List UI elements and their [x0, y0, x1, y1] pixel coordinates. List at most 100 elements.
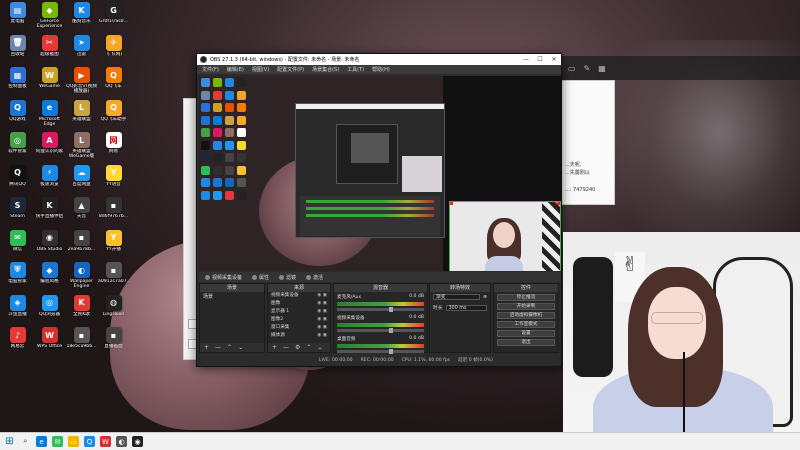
source-properties-icon[interactable]: ⚙: [295, 344, 300, 351]
taskbar-app-app6[interactable]: ◐: [116, 436, 127, 447]
control-button[interactable]: 工作室模式: [497, 321, 555, 328]
start-button[interactable]: ⊞: [4, 436, 15, 447]
add-source-button[interactable]: +: [272, 344, 277, 351]
desktop-icon[interactable]: ▪ 8d6f9767b...: [98, 197, 129, 230]
edit-icon[interactable]: ✎: [584, 64, 591, 73]
folder-icon[interactable]: ▭: [568, 64, 576, 73]
desktop-icon[interactable]: ◎ 软件管家: [2, 132, 33, 165]
menu-edit[interactable]: 编辑(E): [227, 66, 244, 73]
control-button[interactable]: 停止推流: [497, 294, 555, 301]
taskbar-app-explorer[interactable]: ▭: [68, 436, 79, 447]
source-item[interactable]: 窗口采集 ◉ ▣: [268, 324, 330, 332]
visibility-lock-icons[interactable]: ◉ ▣: [317, 316, 327, 324]
desktop-icon[interactable]: S Steam: [2, 197, 33, 230]
obs-window[interactable]: OBS 27.1.3 (64-bit, windows) - 配置文件: 未命名…: [196, 53, 562, 367]
webcam-source[interactable]: [449, 201, 561, 271]
desktop-icon[interactable]: ☁ 百度网盘: [66, 164, 97, 198]
desktop-icon[interactable]: Q QQ飞车: [98, 67, 129, 100]
desktop-icon[interactable]: W WPS Office: [34, 327, 65, 360]
resize-handle[interactable]: [450, 202, 453, 205]
desktop-icon[interactable]: ◐ Wallpaper Engine: [66, 262, 97, 295]
menu-help[interactable]: 帮助(H): [372, 66, 390, 73]
taskbar-app-edge[interactable]: e: [36, 436, 47, 447]
visibility-lock-icons[interactable]: ◉ ▣: [317, 308, 327, 316]
desktop-icon[interactable]: W WeGame: [34, 67, 65, 100]
desktop-icon[interactable]: Y YY开播: [98, 229, 129, 263]
menu-tools[interactable]: 工具(T): [347, 66, 364, 73]
move-up-button[interactable]: ⌃: [227, 344, 232, 351]
desktop-icon[interactable]: K 快手直播伴侣: [34, 197, 65, 230]
desktop-icon[interactable]: Q QQ游戏: [2, 99, 33, 133]
desktop-icon[interactable]: ▪ a0912c7a07...: [98, 262, 129, 295]
menu-scene-collection[interactable]: 场景集合(S): [312, 66, 339, 73]
source-item[interactable]: 视频采集设备 ◉ ▣: [268, 292, 330, 300]
remove-scene-button[interactable]: —: [215, 344, 221, 351]
transition-select[interactable]: 渐变: [433, 294, 480, 300]
volume-slider[interactable]: [337, 307, 424, 312]
maximize-button[interactable]: ☐: [533, 56, 547, 63]
desktop-icon[interactable]: Q QQ飞车助手: [98, 99, 129, 133]
move-up-button[interactable]: ⌃: [306, 344, 311, 351]
move-down-button[interactable]: ⌄: [238, 344, 243, 351]
taskbar-app-wps[interactable]: W: [100, 436, 111, 447]
desktop-icon[interactable]: ▪ 直播画面: [98, 327, 129, 360]
source-item[interactable]: 显示器 1 ◉ ▣: [268, 308, 330, 316]
visibility-lock-icons[interactable]: ◉ ▣: [317, 324, 327, 332]
desktop-icon[interactable]: L 英雄联盟: [66, 99, 97, 133]
desktop-icon[interactable]: K 酷狗音乐: [66, 2, 97, 35]
desktop-icon[interactable]: L 英雄联盟 WeGame版: [66, 132, 97, 165]
taskbar-app-qq[interactable]: Q: [84, 436, 95, 447]
remove-source-button[interactable]: —: [283, 344, 289, 351]
taskbar-app-obs[interactable]: ◉: [132, 436, 143, 447]
desktop-icon[interactable]: ▲ 天音: [66, 197, 97, 230]
resize-handle[interactable]: [557, 202, 560, 205]
control-button[interactable]: 退出: [497, 339, 555, 346]
desktop-icon[interactable]: ♪ 网易云: [2, 327, 33, 360]
volume-slider[interactable]: [337, 328, 424, 333]
control-button[interactable]: 开始录制: [497, 303, 555, 310]
desktop-icon[interactable]: ◈ 斗鱼直播: [2, 294, 33, 328]
desktop-icon[interactable]: Q 腾讯QQ: [2, 164, 33, 198]
add-transition-icon[interactable]: ⊕: [483, 295, 487, 300]
desktop-icon[interactable]: ◆ 编程风格: [34, 262, 65, 295]
desktop-icon[interactable]: ▦ 控制面板: [2, 67, 33, 100]
desktop-icon[interactable]: ✉ 微信: [2, 229, 33, 263]
desktop-icon[interactable]: ➤ 迅雷: [66, 34, 97, 68]
search-icon[interactable]: ⌕: [20, 436, 31, 447]
desktop-icon[interactable]: ◆ GeForce Experience: [34, 2, 65, 35]
obs-titlebar[interactable]: OBS 27.1.3 (64-bit, windows) - 配置文件: 未命名…: [197, 54, 561, 65]
desktop-icon[interactable]: K 全民K歌: [66, 294, 97, 328]
desktop-icon[interactable]: ▤ 此电脑: [2, 2, 33, 35]
obs-preview-canvas[interactable]: [199, 76, 561, 271]
desktop-icon[interactable]: ◎ QQ浏览器: [34, 294, 65, 328]
source-item[interactable]: 图像2 ◉ ▣: [268, 316, 330, 324]
scene-item[interactable]: 场景: [200, 292, 264, 301]
desktop-icon[interactable]: ▪ 18e5ca9bb...: [66, 327, 97, 360]
desktop-icon[interactable]: ◉ OBS Studio: [34, 229, 65, 263]
desktop-icon[interactable]: ◍ LingHoon: [98, 294, 129, 328]
add-scene-button[interactable]: +: [204, 344, 209, 351]
volume-slider[interactable]: [337, 349, 424, 354]
close-button[interactable]: ✕: [547, 56, 561, 63]
menu-file[interactable]: 文件(F): [202, 66, 219, 73]
desktop-icon[interactable]: ✂ 超级截图: [34, 34, 65, 68]
menu-view[interactable]: 视图(V): [252, 66, 269, 73]
desktop-icon[interactable]: ▶ QQ影音\r(视频播放器): [66, 67, 97, 100]
visibility-lock-icons[interactable]: ◉ ▣: [317, 300, 327, 308]
properties-button[interactable]: 属性: [252, 274, 269, 281]
filters-button[interactable]: 滤镜: [279, 274, 296, 281]
source-item[interactable]: 图像 ◉ ▣: [268, 300, 330, 308]
duration-input[interactable]: 300 ms: [445, 304, 487, 311]
menu-profile[interactable]: 配置文件(P): [277, 66, 304, 73]
desktop-icon[interactable]: G Gr0f1\rSs0...: [98, 2, 129, 35]
source-item[interactable]: 媒体源 ◉ ▣: [268, 332, 330, 340]
desktop-icon[interactable]: A 阿狸认识的家: [34, 132, 65, 165]
desktop-icon[interactable]: ⛨ 电脑管家: [2, 262, 33, 295]
desktop-icon[interactable]: 🗑 回收站: [2, 34, 33, 68]
desktop-icon[interactable]: Y YY语音: [98, 164, 129, 198]
desktop-icon[interactable]: e Microsoft Edge: [34, 99, 65, 133]
control-button[interactable]: 设置: [497, 330, 555, 337]
minimize-button[interactable]: —: [519, 56, 533, 63]
background-chat-window[interactable]: ...天呢, ...先露刚以 ...: 7479240: [560, 80, 615, 205]
taskbar-app-wechat[interactable]: ✉: [52, 436, 63, 447]
